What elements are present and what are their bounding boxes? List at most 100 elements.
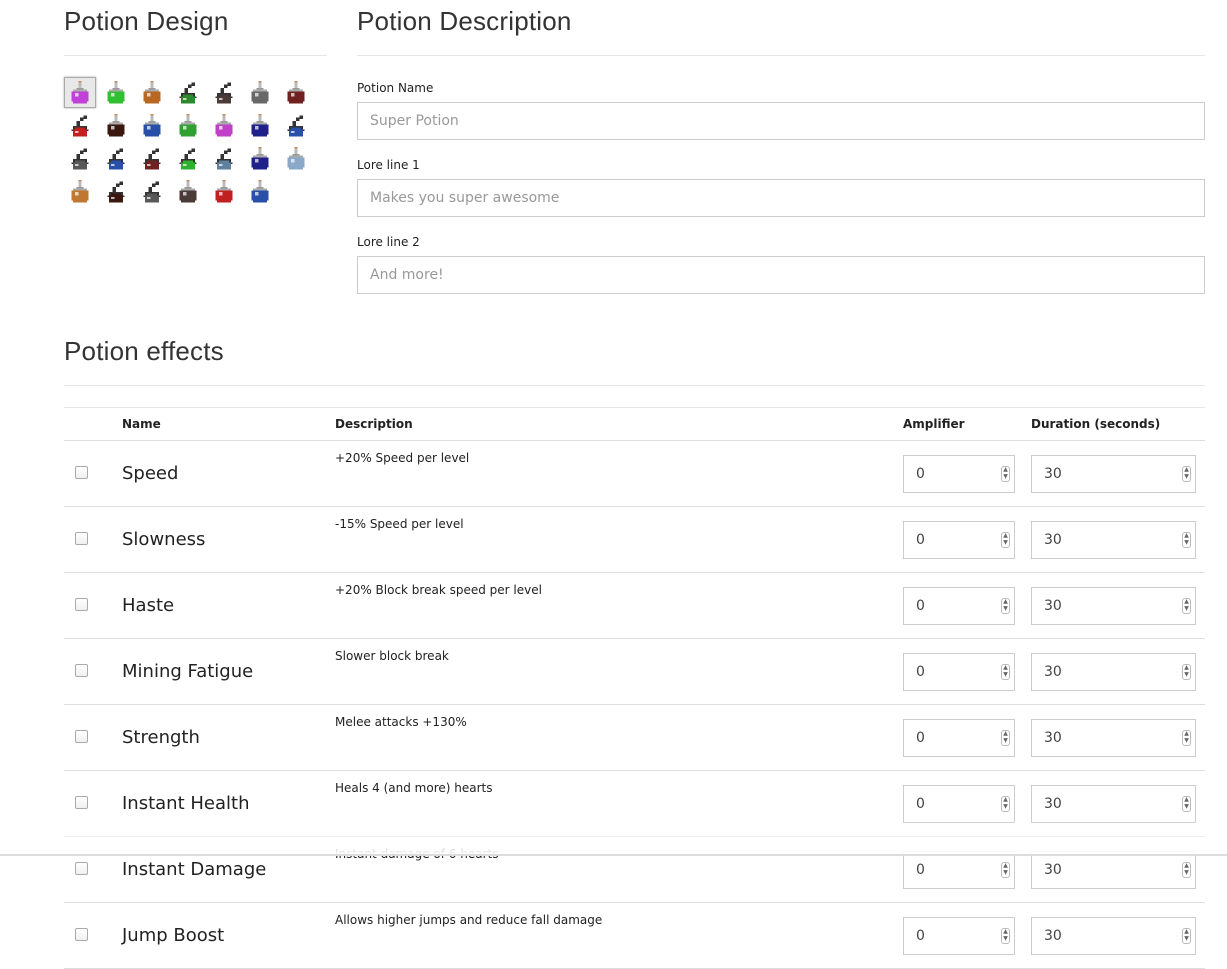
potion-option[interactable] <box>100 143 132 174</box>
stepper-down-icon[interactable]: ▼ <box>1184 672 1189 678</box>
potion-design-title: Potion Design <box>64 6 327 56</box>
amplifier-input[interactable]: 0 ▲ ▼ <box>903 784 1015 823</box>
effect-checkbox[interactable] <box>75 796 88 809</box>
potion-option[interactable] <box>208 143 240 174</box>
duration-input[interactable]: 30 ▲ ▼ <box>1031 586 1196 625</box>
potion-option[interactable] <box>64 77 96 108</box>
stepper-down-icon[interactable]: ▼ <box>1184 936 1189 942</box>
effect-checkbox[interactable] <box>75 598 88 611</box>
duration-input[interactable]: 30 ▲ ▼ <box>1031 784 1196 823</box>
amplifier-stepper[interactable]: ▲ ▼ <box>1001 465 1010 482</box>
potion-option[interactable] <box>64 143 96 174</box>
stepper-down-icon[interactable]: ▼ <box>1184 540 1189 546</box>
duration-stepper[interactable]: ▲ ▼ <box>1182 465 1191 482</box>
potion-option[interactable] <box>280 143 312 174</box>
potion-option[interactable] <box>64 110 96 141</box>
potion-option[interactable] <box>100 110 132 141</box>
effects-table-body: Speed +20% Speed per level 0 ▲ ▼ 30 ▲ ▼ Sl… <box>64 440 1205 969</box>
stepper-up-icon[interactable]: ▲ <box>1184 929 1189 935</box>
potion-option[interactable] <box>136 110 168 141</box>
potion-option[interactable] <box>244 77 276 108</box>
amplifier-stepper[interactable]: ▲ ▼ <box>1001 597 1010 614</box>
stepper-down-icon[interactable]: ▼ <box>1003 672 1008 678</box>
stepper-up-icon[interactable]: ▲ <box>1003 863 1008 869</box>
stepper-down-icon[interactable]: ▼ <box>1003 540 1008 546</box>
potion-option[interactable] <box>136 176 168 207</box>
amplifier-input[interactable]: 0 ▲ ▼ <box>903 586 1015 625</box>
duration-stepper[interactable]: ▲ ▼ <box>1182 927 1191 944</box>
duration-stepper[interactable]: ▲ ▼ <box>1182 663 1191 680</box>
potion-option[interactable] <box>280 77 312 108</box>
duration-input[interactable]: 30 ▲ ▼ <box>1031 916 1196 955</box>
potion-option[interactable] <box>280 110 312 141</box>
potion-option[interactable] <box>244 143 276 174</box>
potion-option[interactable] <box>136 77 168 108</box>
potion-option[interactable] <box>64 176 96 207</box>
stepper-down-icon[interactable]: ▼ <box>1003 738 1008 744</box>
stepper-down-icon[interactable]: ▼ <box>1184 606 1189 612</box>
effect-checkbox[interactable] <box>75 664 88 677</box>
splash-potion-icon <box>179 148 197 169</box>
effect-checkbox[interactable] <box>75 532 88 545</box>
stepper-down-icon[interactable]: ▼ <box>1184 870 1189 876</box>
potion-option[interactable] <box>100 77 132 108</box>
duration-input[interactable]: 30 ▲ ▼ <box>1031 850 1196 889</box>
amplifier-input[interactable]: 0 ▲ ▼ <box>903 718 1015 757</box>
potion-option[interactable] <box>244 110 276 141</box>
amplifier-input[interactable]: 0 ▲ ▼ <box>903 916 1015 955</box>
amplifier-cell: 0 ▲ ▼ <box>903 572 1031 639</box>
effect-checkbox[interactable] <box>75 466 88 479</box>
potion-option[interactable] <box>208 77 240 108</box>
potion-icon <box>251 179 269 202</box>
stepper-down-icon[interactable]: ▼ <box>1003 474 1008 480</box>
stepper-down-icon[interactable]: ▼ <box>1003 606 1008 612</box>
stepper-up-icon[interactable]: ▲ <box>1184 863 1189 869</box>
amplifier-stepper[interactable]: ▲ ▼ <box>1001 729 1010 746</box>
effect-description: Slower block break <box>335 638 903 705</box>
amplifier-stepper[interactable]: ▲ ▼ <box>1001 795 1010 812</box>
duration-stepper[interactable]: ▲ ▼ <box>1182 531 1191 548</box>
amplifier-input[interactable]: 0 ▲ ▼ <box>903 652 1015 691</box>
potion-option[interactable] <box>244 176 276 207</box>
stepper-down-icon[interactable]: ▼ <box>1184 738 1189 744</box>
stepper-down-icon[interactable]: ▼ <box>1184 804 1189 810</box>
amplifier-input[interactable]: 0 ▲ ▼ <box>903 520 1015 559</box>
amplifier-value: 0 <box>916 729 925 746</box>
amplifier-stepper[interactable]: ▲ ▼ <box>1001 663 1010 680</box>
potion-option[interactable] <box>172 77 204 108</box>
potion-option[interactable] <box>136 143 168 174</box>
duration-stepper[interactable]: ▲ ▼ <box>1182 729 1191 746</box>
duration-stepper[interactable]: ▲ ▼ <box>1182 861 1191 878</box>
potion-option[interactable] <box>208 176 240 207</box>
duration-stepper[interactable]: ▲ ▼ <box>1182 597 1191 614</box>
amplifier-stepper[interactable]: ▲ ▼ <box>1001 531 1010 548</box>
duration-input[interactable]: 30 ▲ ▼ <box>1031 652 1196 691</box>
stepper-down-icon[interactable]: ▼ <box>1184 474 1189 480</box>
potion-option[interactable] <box>100 176 132 207</box>
lore-line-2-input[interactable] <box>357 256 1205 294</box>
potion-option[interactable] <box>172 143 204 174</box>
lore-line-1-input[interactable] <box>357 179 1205 217</box>
potion-option[interactable] <box>172 176 204 207</box>
stepper-up-icon[interactable]: ▲ <box>1003 929 1008 935</box>
duration-stepper[interactable]: ▲ ▼ <box>1182 795 1191 812</box>
potion-icon <box>179 179 197 202</box>
duration-input[interactable]: 30 ▲ ▼ <box>1031 454 1196 493</box>
amplifier-stepper[interactable]: ▲ ▼ <box>1001 927 1010 944</box>
potion-name-input[interactable] <box>357 102 1205 140</box>
effect-checkbox[interactable] <box>75 730 88 743</box>
amplifier-input[interactable]: 0 ▲ ▼ <box>903 454 1015 493</box>
effect-checkbox[interactable] <box>75 862 88 875</box>
stepper-down-icon[interactable]: ▼ <box>1003 804 1008 810</box>
duration-input[interactable]: 30 ▲ ▼ <box>1031 520 1196 559</box>
potion-option[interactable] <box>208 110 240 141</box>
potion-option[interactable] <box>172 110 204 141</box>
effect-checkbox[interactable] <box>75 928 88 941</box>
stepper-down-icon[interactable]: ▼ <box>1003 870 1008 876</box>
amplifier-cell: 0 ▲ ▼ <box>903 836 1031 903</box>
duration-input[interactable]: 30 ▲ ▼ <box>1031 718 1196 757</box>
amplifier-input[interactable]: 0 ▲ ▼ <box>903 850 1015 889</box>
effect-select-cell <box>64 704 122 771</box>
amplifier-stepper[interactable]: ▲ ▼ <box>1001 861 1010 878</box>
stepper-down-icon[interactable]: ▼ <box>1003 936 1008 942</box>
